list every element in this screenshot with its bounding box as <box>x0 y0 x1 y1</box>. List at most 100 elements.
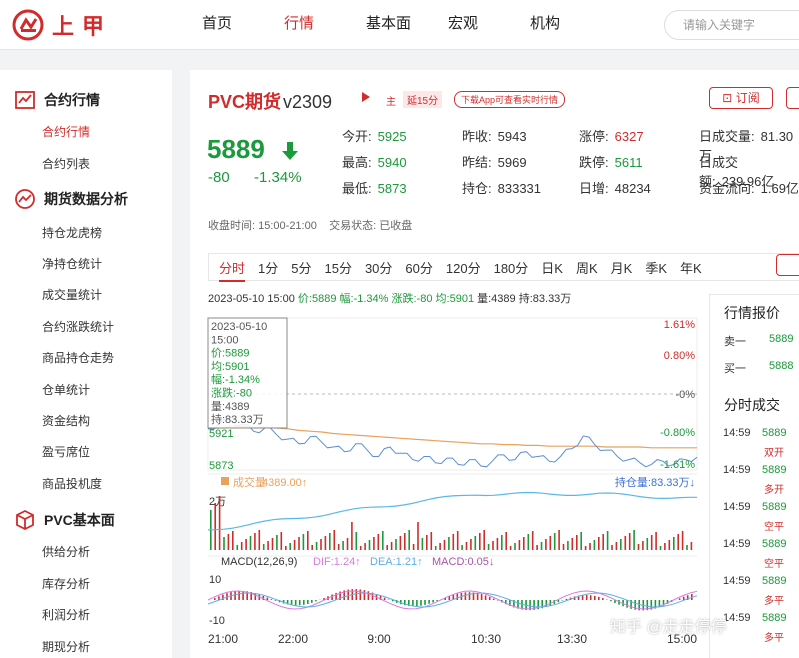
tooltip-line: 价:5889 <box>211 347 250 360</box>
volume-bar <box>642 541 644 550</box>
macd-axis-label: -10 <box>209 615 225 627</box>
volume-bar <box>501 535 503 550</box>
x-axis-tick: 9:00 <box>367 632 391 646</box>
macd-bar <box>307 600 309 604</box>
macd-bar <box>294 600 297 606</box>
x-axis-tick: 21:00 <box>208 632 238 646</box>
volume-bar <box>271 538 274 550</box>
macd-bar <box>484 595 487 600</box>
macd-label: MACD(12,26,9) <box>221 556 297 568</box>
macd-bar <box>557 600 560 603</box>
macd-bar <box>594 595 596 600</box>
volume-bar <box>439 543 441 550</box>
x-axis-tick: 22:00 <box>278 632 308 646</box>
macd-bar <box>416 600 418 607</box>
volume-bar <box>606 531 609 550</box>
trade-price: 5889 <box>762 612 787 624</box>
macd-bar <box>480 594 483 600</box>
macd-bar <box>456 593 459 600</box>
volume-bar <box>289 543 291 550</box>
volume-bar <box>364 543 366 550</box>
volume-bar <box>351 522 353 550</box>
macd-bar <box>428 600 430 604</box>
volume-bar <box>567 541 569 550</box>
volume-bar <box>227 534 230 550</box>
volume-bar <box>523 537 525 550</box>
trade-time: 14:59 <box>723 427 751 439</box>
volume-bar <box>320 539 322 550</box>
macd-bar <box>565 598 568 600</box>
volume-bar <box>346 538 349 550</box>
trades-title: 分时成交 <box>724 397 780 413</box>
macd-bar <box>436 600 438 601</box>
volume-bar <box>461 545 463 550</box>
volume-bar <box>580 532 582 550</box>
volume-bar <box>307 531 309 550</box>
volume-bar <box>302 534 305 550</box>
volume-bar <box>562 544 565 550</box>
volume-bar <box>276 535 278 550</box>
volume-bar <box>505 532 507 550</box>
macd-bar <box>238 590 240 600</box>
volume-bar <box>553 533 556 550</box>
volume-bar <box>298 537 300 550</box>
volume-bar <box>359 546 362 550</box>
volume-bar <box>646 538 649 550</box>
volume-bar <box>611 545 613 550</box>
hold-legend-label: 持仓量:83.33万↓ <box>615 475 695 489</box>
trade-type: 多平 <box>764 596 784 607</box>
volume-bar <box>496 538 499 550</box>
volume-bar <box>404 533 406 550</box>
volume-bar <box>545 539 547 550</box>
trade-time: 14:59 <box>723 538 751 550</box>
volume-bar <box>668 540 671 550</box>
macd-bar <box>598 596 600 600</box>
macd-bar <box>234 591 236 600</box>
trade-time: 14:59 <box>723 575 751 587</box>
volume-bar <box>267 541 269 550</box>
hold-line <box>207 491 697 531</box>
volume-bar <box>470 539 472 550</box>
volume-bar <box>377 534 380 550</box>
volume-bar <box>549 536 552 550</box>
bid1-value: 5888 <box>769 360 794 372</box>
volume-bar <box>240 542 243 550</box>
volume-bar <box>483 530 485 550</box>
volume-bar <box>315 542 318 550</box>
volume-bar <box>434 546 437 550</box>
tooltip-line: 均:5901 <box>211 360 250 373</box>
macd-bar <box>303 600 305 605</box>
volume-bar <box>417 522 419 550</box>
price-axis-label: -1.61% <box>660 459 695 471</box>
volume-bar <box>443 540 446 550</box>
macd-bar <box>383 597 386 600</box>
volume-bar <box>408 530 410 550</box>
intraday-chart[interactable]: 1.61% 0.80% -0% -0.80% -1.61% 5921 5873 2023-05… <box>0 0 799 658</box>
macd-bar <box>298 600 301 606</box>
volume-bar <box>456 531 459 550</box>
bid1-row: 买一 5888 <box>724 360 793 376</box>
volume-bar <box>593 540 596 550</box>
price-axis-label: 0.80% <box>664 350 695 362</box>
volume-bar <box>615 542 618 550</box>
watermark: 知乎 @走走停停 <box>610 619 727 636</box>
macd-bar <box>359 589 362 600</box>
macd-bar <box>581 595 584 600</box>
tooltip-line: 量:4389 <box>211 400 250 413</box>
volume-bar <box>527 534 530 550</box>
trade-type: 空平 <box>764 559 784 570</box>
trade-price: 5889 <box>762 501 787 513</box>
price-axis-label: -0.80% <box>660 427 695 439</box>
volume-bar <box>558 530 560 550</box>
macd-bar <box>331 594 333 600</box>
volume-bar <box>624 536 627 550</box>
volume-bar <box>262 544 265 550</box>
macd-bar <box>412 600 414 607</box>
macd-bar <box>610 600 612 602</box>
volume-bar <box>333 530 336 550</box>
tooltip-line: 幅:-1.34% <box>211 373 260 386</box>
volume-bar <box>598 537 600 550</box>
volume-bar <box>285 546 287 550</box>
volume-bar <box>245 539 247 550</box>
volume-bar <box>448 537 450 550</box>
